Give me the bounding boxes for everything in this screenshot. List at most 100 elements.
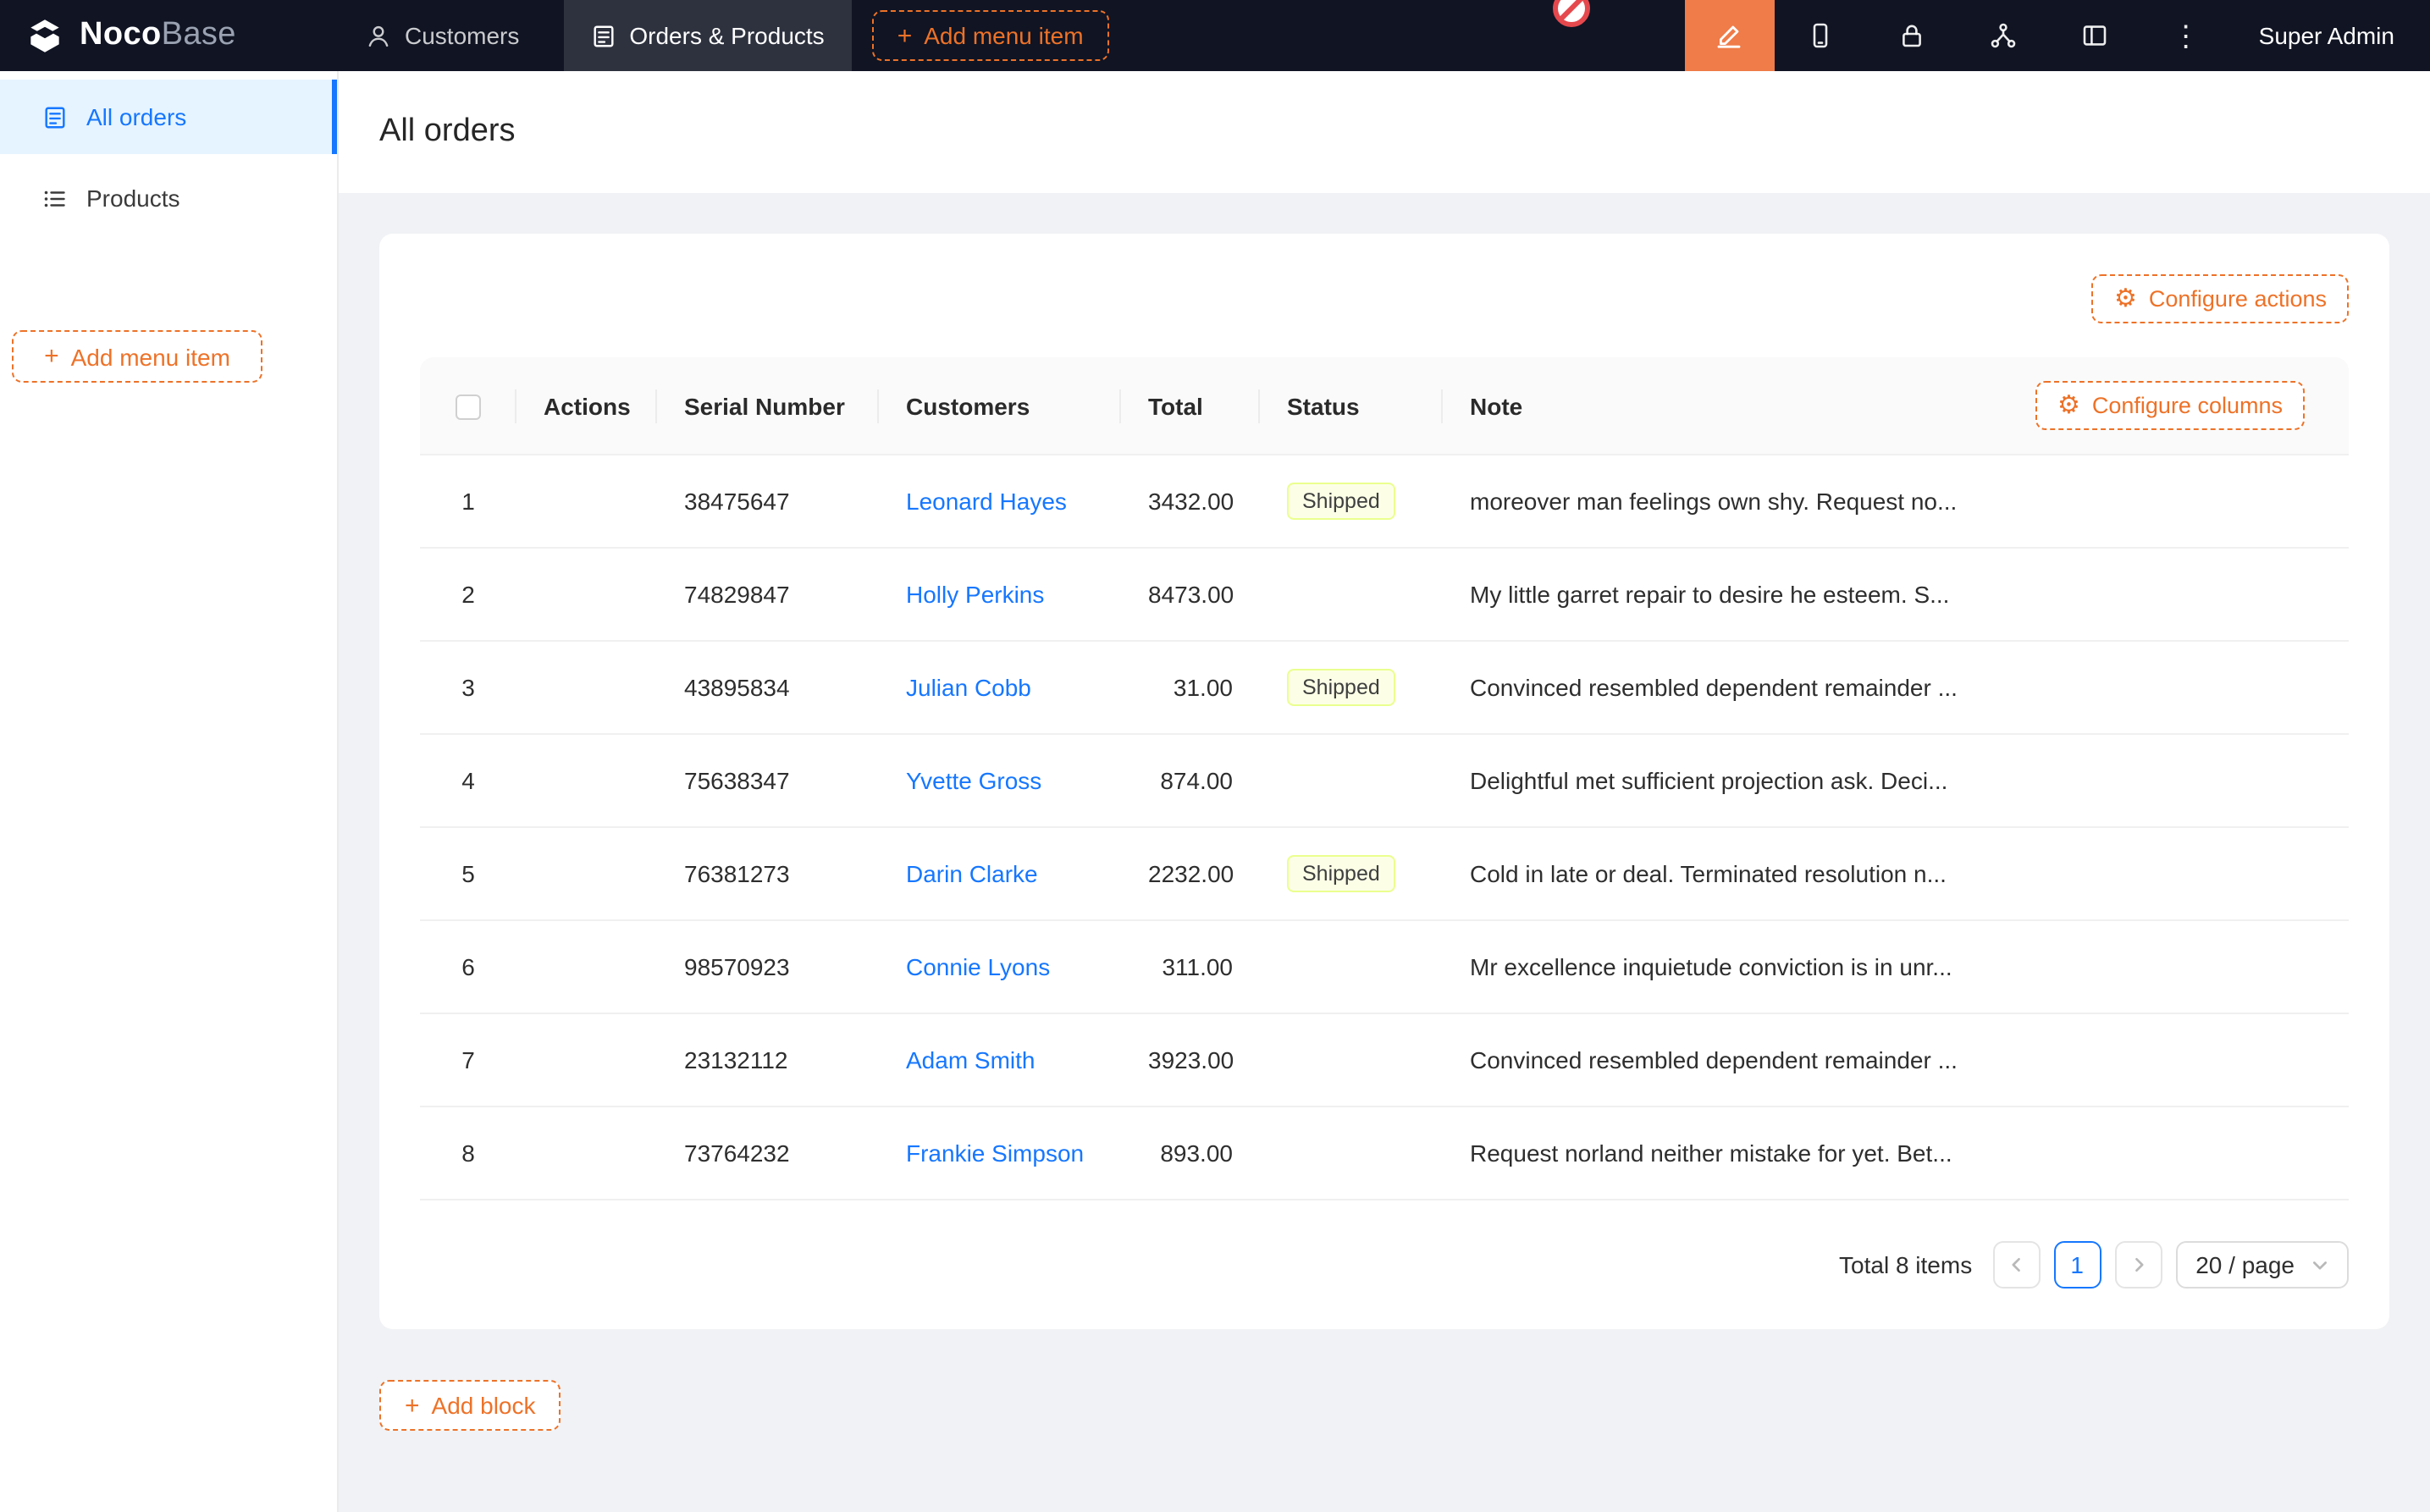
- serial-cell: 76381273: [657, 828, 879, 921]
- sidebar-item-products[interactable]: Products: [0, 161, 337, 235]
- user-icon: [366, 23, 391, 48]
- note-cell: My little garret repair to desire he est…: [1443, 549, 2349, 642]
- current-user[interactable]: Super Admin: [2232, 22, 2430, 49]
- table-row[interactable]: 3 43895834 Julian Cobb 31.00 Shipped Con…: [420, 642, 2349, 735]
- total-cell: 31.00: [1121, 642, 1260, 735]
- total-cell: 3923.00: [1121, 1014, 1260, 1107]
- total-cell: 893.00: [1121, 1107, 1260, 1200]
- gear-icon: ⚙: [2057, 393, 2080, 418]
- more-button[interactable]: ⋮: [2140, 0, 2232, 71]
- table-actions-row: ⚙ Configure actions: [420, 274, 2349, 323]
- row-index: 3: [420, 642, 516, 735]
- page-size-select[interactable]: 20 / page: [2175, 1241, 2349, 1289]
- permissions-button[interactable]: [1866, 0, 1958, 71]
- table-row[interactable]: 4 75638347 Yvette Gross 874.00 Delightfu…: [420, 735, 2349, 828]
- nav-item-orders-products[interactable]: Orders & Products: [563, 0, 851, 71]
- serial-cell: 98570923: [657, 921, 879, 1014]
- sidebar-item-all-orders[interactable]: All orders: [0, 80, 337, 154]
- form-icon: [42, 104, 68, 130]
- row-index: 1: [420, 455, 516, 549]
- header-add-menu-item-button[interactable]: + Add menu item: [872, 10, 1109, 61]
- customer-link[interactable]: Holly Perkins: [906, 581, 1044, 608]
- serial-cell: 38475647: [657, 455, 879, 549]
- main-nav: Customers Orders & Products: [339, 0, 852, 71]
- sidebar-add-menu-item-button[interactable]: + Add menu item: [12, 330, 262, 383]
- note-cell: Request norland neither mistake for yet.…: [1443, 1107, 2349, 1200]
- plus-icon: +: [897, 23, 913, 48]
- row-index: 6: [420, 921, 516, 1014]
- customer-link[interactable]: Darin Clarke: [906, 860, 1038, 887]
- nav-item-customers[interactable]: Customers: [339, 0, 546, 71]
- layout-button[interactable]: [2049, 0, 2140, 71]
- logo-icon: [24, 14, 66, 57]
- add-block-button[interactable]: + Add block: [379, 1380, 561, 1431]
- select-all-checkbox[interactable]: [456, 395, 481, 420]
- gear-icon: ⚙: [2114, 286, 2137, 312]
- total-cell: 2232.00: [1121, 828, 1260, 921]
- pagination-page-1[interactable]: 1: [2053, 1241, 2101, 1289]
- total-cell: 8473.00: [1121, 549, 1260, 642]
- row-index: 8: [420, 1107, 516, 1200]
- table-row[interactable]: 1 38475647 Leonard Hayes 3432.00 Shipped…: [420, 455, 2349, 549]
- customer-link[interactable]: Julian Cobb: [906, 674, 1031, 701]
- table-header-row: Actions Serial Number Customers Total St…: [420, 357, 2349, 455]
- total-cell: 311.00: [1121, 921, 1260, 1014]
- status-cell: Shipped: [1260, 455, 1443, 549]
- customer-link[interactable]: Frankie Simpson: [906, 1140, 1084, 1167]
- ui-editor-button[interactable]: [1685, 0, 1775, 71]
- column-header-status[interactable]: Status: [1260, 357, 1443, 455]
- note-cell: Mr excellence inquietude conviction is i…: [1443, 921, 2349, 1014]
- customer-link[interactable]: Leonard Hayes: [906, 488, 1067, 515]
- table-row[interactable]: 6 98570923 Connie Lyons 311.00 Mr excell…: [420, 921, 2349, 1014]
- status-cell: [1260, 1014, 1443, 1107]
- row-index: 7: [420, 1014, 516, 1107]
- lock-icon: [1898, 22, 1925, 49]
- column-header-actions[interactable]: Actions: [516, 357, 657, 455]
- mobile-client-button[interactable]: [1775, 0, 1866, 71]
- serial-cell: 23132112: [657, 1014, 879, 1107]
- note-cell: moreover man feelings own shy. Request n…: [1443, 455, 2349, 549]
- total-cell: 874.00: [1121, 735, 1260, 828]
- row-actions-cell: [516, 455, 657, 549]
- pagination-next-button[interactable]: [2114, 1241, 2162, 1289]
- row-index: 2: [420, 549, 516, 642]
- status-cell: [1260, 549, 1443, 642]
- status-tag: Shipped: [1287, 669, 1395, 706]
- plus-icon: +: [44, 344, 59, 369]
- customer-link[interactable]: Yvette Gross: [906, 767, 1041, 794]
- row-actions-cell: [516, 828, 657, 921]
- serial-cell: 74829847: [657, 549, 879, 642]
- table-row[interactable]: 5 76381273 Darin Clarke 2232.00 Shipped …: [420, 828, 2349, 921]
- pagination-prev-button[interactable]: [1992, 1241, 2040, 1289]
- table-row[interactable]: 8 73764232 Frankie Simpson 893.00 Reques…: [420, 1107, 2349, 1200]
- api-button[interactable]: [1958, 0, 2049, 71]
- sidebar-item-label: Products: [86, 185, 180, 212]
- more-icon: ⋮: [2172, 21, 2201, 50]
- nocobase-logo[interactable]: NocoBase: [0, 14, 339, 57]
- configure-actions-button[interactable]: ⚙ Configure actions: [2092, 274, 2349, 323]
- table-row[interactable]: 7 23132112 Adam Smith 3923.00 Convinced …: [420, 1014, 2349, 1107]
- orders-table-block: ⚙ Configure actions Actions Serial Numbe…: [379, 234, 2389, 1329]
- status-tag: Shipped: [1287, 855, 1395, 892]
- nav-item-label: Orders & Products: [629, 22, 824, 49]
- content-area: ⚙ Configure actions Actions Serial Numbe…: [339, 193, 2430, 1512]
- configure-columns-button[interactable]: ⚙ Configure columns: [2035, 381, 2305, 430]
- column-header-serial[interactable]: Serial Number: [657, 357, 879, 455]
- status-tag: Shipped: [1287, 483, 1395, 520]
- row-index: 4: [420, 735, 516, 828]
- row-actions-cell: [516, 642, 657, 735]
- row-index: 5: [420, 828, 516, 921]
- status-cell: [1260, 735, 1443, 828]
- customer-link[interactable]: Adam Smith: [906, 1046, 1036, 1073]
- chevron-left-icon: [2008, 1256, 2024, 1273]
- top-header: NocoBase Customers Orders & Products + A…: [0, 0, 2430, 71]
- orders-table: Actions Serial Number Customers Total St…: [420, 357, 2349, 1200]
- column-header-customers[interactable]: Customers: [879, 357, 1121, 455]
- layout-icon: [2081, 22, 2108, 49]
- plus-icon: +: [405, 1393, 420, 1418]
- table-row[interactable]: 2 74829847 Holly Perkins 8473.00 My litt…: [420, 549, 2349, 642]
- pagination: Total 8 items 1 20 / page: [420, 1241, 2349, 1289]
- customer-link[interactable]: Connie Lyons: [906, 953, 1050, 980]
- sidebar: All orders Products + Add menu item: [0, 71, 339, 1512]
- column-header-total[interactable]: Total: [1121, 357, 1260, 455]
